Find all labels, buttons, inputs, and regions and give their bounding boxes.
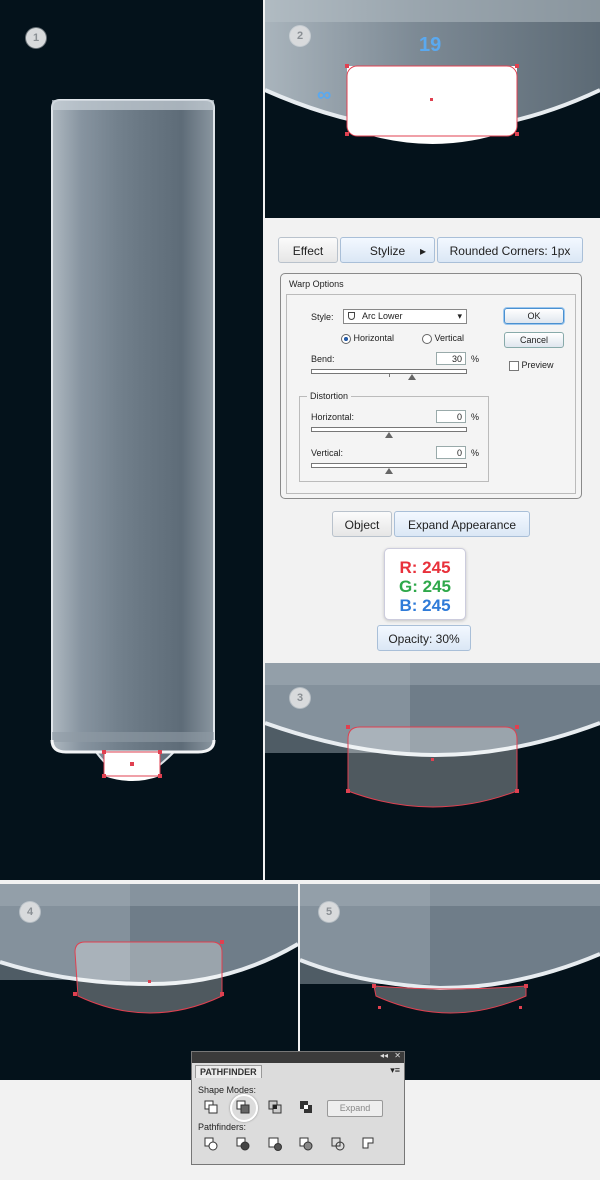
expand-appearance-menu-item[interactable]: Expand Appearance (394, 511, 530, 537)
close-icon[interactable]: ✕ (394, 1051, 401, 1060)
style-label: Style: (311, 312, 334, 322)
preview-checkbox[interactable]: Preview (509, 360, 554, 371)
style-select[interactable]: Arc Lower ▾ (343, 309, 467, 324)
bend-percent: % (471, 354, 480, 364)
rounded-corners-menu-item[interactable]: Rounded Corners: 1px (437, 237, 583, 263)
dialog-title: Warp Options (289, 279, 344, 289)
pathfinders-label: Pathfinders: (198, 1122, 247, 1132)
radio-empty-icon (422, 333, 432, 344)
distortion-vertical-input[interactable]: 0 (436, 446, 466, 459)
horizontal-slider-thumb[interactable] (385, 432, 393, 438)
unite-icon[interactable] (204, 1100, 218, 1114)
pathfinder-tab[interactable]: PATHFINDER (195, 1065, 262, 1078)
infinity-symbol: ∞ (317, 84, 332, 106)
crop-icon[interactable] (299, 1137, 313, 1151)
minus-front-icon[interactable] (236, 1100, 250, 1114)
collapse-icon[interactable]: ◂◂ (380, 1051, 388, 1060)
ok-button[interactable]: OK (504, 308, 564, 324)
panel-menu-icon[interactable]: ▾≡ (390, 1065, 400, 1076)
bend-input[interactable]: 30 (436, 352, 466, 365)
distortion-label: Distortion (307, 391, 352, 401)
red-value-row: R: 245 (385, 558, 465, 577)
distortion-vertical-percent: % (471, 448, 480, 458)
bend-slider-thumb[interactable] (408, 374, 417, 380)
distortion-horizontal-percent: % (471, 412, 480, 422)
trim-icon[interactable] (236, 1137, 250, 1151)
distortion-group (299, 396, 489, 482)
corner-radius-label: 19 (419, 34, 442, 56)
warp-options-dialog: Warp Options Style: Arc Lower ▾ Horizont… (280, 273, 582, 499)
green-value: 245 (422, 577, 451, 596)
submenu-arrow-icon: ▸ (419, 244, 426, 258)
green-value-row: G: 245 (385, 577, 465, 596)
panel-step-2: 2 19 ∞ (265, 0, 600, 218)
pathfinder-titlebar: ◂◂ ✕ (192, 1051, 404, 1063)
cancel-button[interactable]: Cancel (504, 332, 564, 348)
pathfinder-panel: ◂◂ ✕ PATHFINDER ▾≡ Shape Modes: Expand P… (191, 1051, 405, 1165)
bend-label: Bend: (311, 354, 335, 364)
distortion-horizontal-input[interactable]: 0 (436, 410, 466, 423)
bend-slider-center-tick (389, 373, 390, 377)
color-values-card: R: 245 G: 245 B: 245 (384, 548, 466, 620)
blue-label: B: (399, 596, 418, 615)
glass-bottom-step-3 (265, 663, 600, 808)
blue-value: 245 (422, 596, 451, 615)
red-value: 245 (422, 558, 451, 577)
step-badge-4: 4 (20, 902, 40, 922)
panel-step-3: 3 (265, 663, 600, 880)
distortion-vertical-label: Vertical: (311, 448, 344, 458)
green-label: G: (399, 577, 418, 596)
blue-value-row: B: 245 (385, 596, 465, 615)
glass-tube-illustration (50, 99, 216, 782)
exclude-icon[interactable] (299, 1100, 313, 1114)
stylize-menu-button[interactable]: Stylize ▸ (340, 237, 435, 263)
effect-menu-button[interactable]: Effect (278, 237, 338, 263)
red-label: R: (399, 558, 418, 577)
radio-vertical-label: Vertical (434, 333, 465, 343)
radio-dot-icon (341, 333, 351, 344)
step-badge-2: 2 (290, 26, 310, 46)
intersect-icon[interactable] (268, 1100, 282, 1114)
radio-horizontal[interactable]: Horizontal (341, 333, 394, 344)
divide-icon[interactable] (204, 1137, 218, 1151)
preview-label: Preview (521, 360, 554, 370)
step-badge-3: 3 (290, 688, 310, 708)
radio-horizontal-label: Horizontal (353, 333, 395, 343)
merge-icon[interactable] (268, 1137, 282, 1151)
step-badge-5: 5 (319, 902, 339, 922)
arc-lower-icon (348, 312, 355, 320)
checkbox-icon (509, 360, 519, 371)
minus-back-icon[interactable] (362, 1137, 376, 1151)
distortion-horizontal-label: Horizontal: (311, 412, 355, 422)
radio-vertical[interactable]: Vertical (422, 333, 464, 344)
vertical-slider-thumb[interactable] (385, 468, 393, 474)
opacity-setting[interactable]: Opacity: 30% (377, 625, 471, 651)
style-select-value: Arc Lower (362, 311, 403, 321)
outline-icon[interactable] (331, 1137, 345, 1151)
chevron-down-icon: ▾ (457, 311, 462, 321)
glass-bottom-closeup (265, 0, 600, 144)
stylize-label: Stylize (369, 244, 406, 258)
expand-button[interactable]: Expand (327, 1100, 383, 1117)
object-menu-button[interactable]: Object (332, 511, 392, 537)
panel-step-1: 1 (0, 0, 263, 880)
